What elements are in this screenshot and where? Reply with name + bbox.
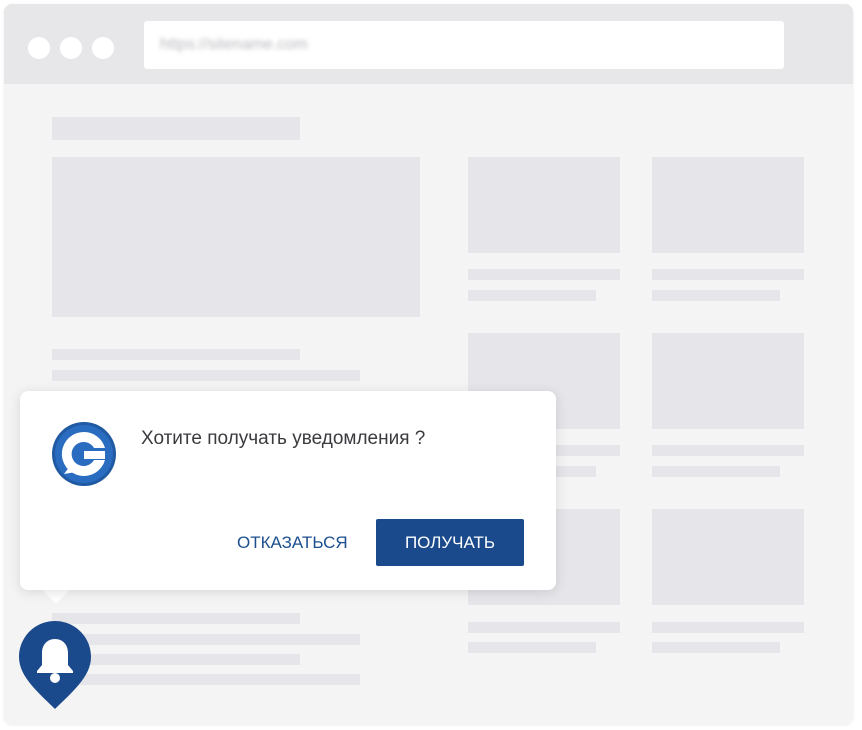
placeholder-text-line (52, 634, 360, 645)
placeholder-card-image (652, 157, 804, 253)
window-maximize-dot[interactable] (92, 37, 114, 59)
browser-titlebar: https://sitename.com (4, 4, 853, 84)
placeholder-card-line (652, 290, 780, 301)
brand-logo-g-icon (52, 422, 116, 486)
placeholder-heading (52, 117, 300, 140)
window-minimize-dot[interactable] (60, 37, 82, 59)
placeholder-text-line (52, 370, 360, 381)
placeholder-text-line (52, 349, 300, 360)
prompt-message: Хотите получать уведомления ? (141, 428, 426, 449)
placeholder-card-image (652, 509, 804, 605)
placeholder-card-line (652, 642, 780, 653)
placeholder-card-line (652, 445, 804, 456)
address-bar-url: https://sitename.com (160, 36, 308, 53)
placeholder-card-line (468, 622, 620, 633)
placeholder-card-line (652, 466, 780, 477)
window-close-dot[interactable] (28, 37, 50, 59)
placeholder-card-line (652, 622, 804, 633)
placeholder-card-line (468, 269, 620, 280)
accept-button[interactable]: ПОЛУЧАТЬ (376, 519, 524, 566)
placeholder-card-image (468, 157, 620, 253)
placeholder-card-line (652, 269, 804, 280)
placeholder-card-image (652, 333, 804, 429)
browser-window: https://sitename.com (4, 4, 853, 724)
bell-icon[interactable] (19, 621, 91, 709)
placeholder-card-line (468, 290, 596, 301)
deny-button[interactable]: ОТКАЗАТЬСЯ (225, 521, 360, 565)
placeholder-text-line (52, 674, 360, 685)
notification-prompt: Хотите получать уведомления ? ОТКАЗАТЬСЯ… (20, 391, 556, 590)
placeholder-hero-image (52, 157, 420, 317)
placeholder-card-line (468, 642, 596, 653)
address-bar[interactable]: https://sitename.com (144, 21, 784, 69)
